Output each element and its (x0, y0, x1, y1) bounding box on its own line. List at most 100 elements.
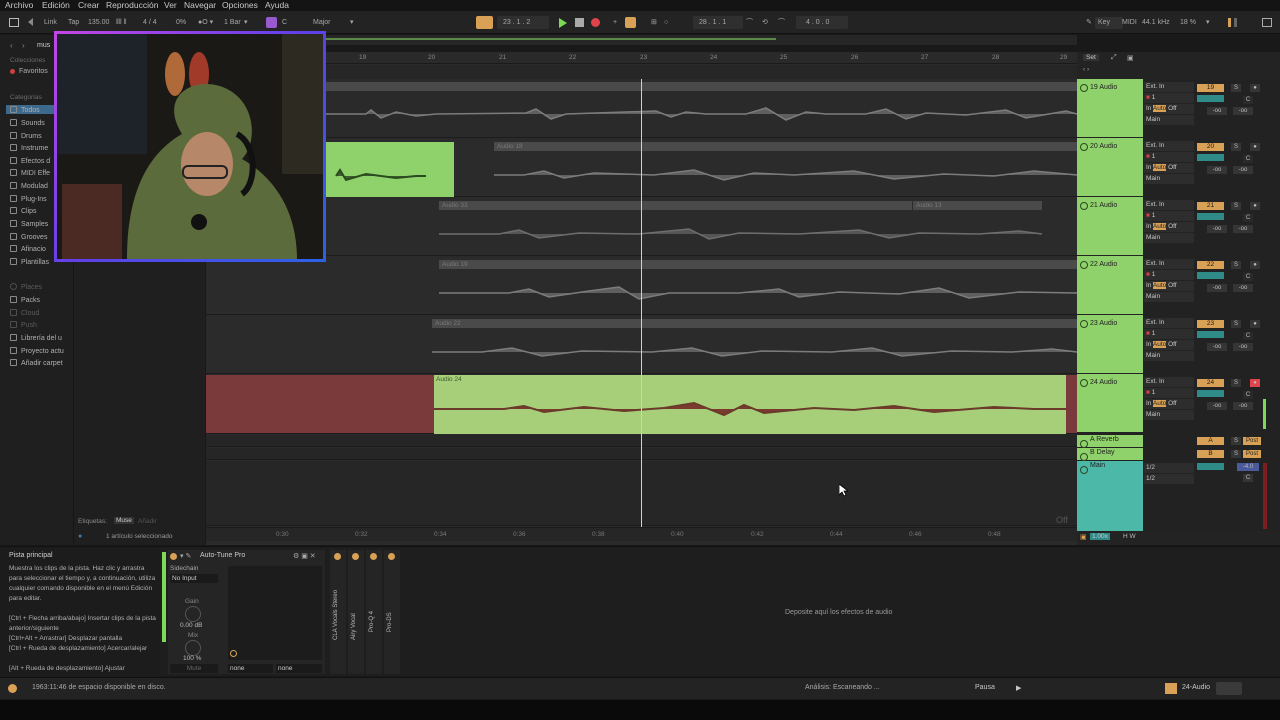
category-samples[interactable]: Samples (10, 220, 48, 228)
track-header-24[interactable]: 24 Audio Ext. In ■ 1 In Auto Off Main 24 S C ● -o… (1077, 374, 1280, 432)
track-header-22[interactable]: 22 Audio Ext. In ■ 1 In Auto Off Main 22 S C ● -o… (1077, 256, 1280, 314)
loop-length-field[interactable]: 4 . 0 . 0 (796, 16, 848, 29)
clip-33-header[interactable]: Audio 33 (439, 201, 912, 210)
send-b-value[interactable]: -oo (1233, 402, 1253, 410)
loop-icon[interactable]: ⟲ (762, 17, 768, 28)
category-templates[interactable]: Plantillas (10, 258, 49, 266)
return-name[interactable]: B Delay (1077, 448, 1143, 461)
device-header-icons[interactable]: ⚙ ▣ ✕ (293, 552, 316, 560)
device-plugin-window[interactable] (228, 566, 322, 660)
tag-muse[interactable]: Muse (114, 517, 134, 524)
monitor-off[interactable]: Off (1168, 164, 1177, 171)
arm-button[interactable]: ● (1250, 84, 1260, 92)
category-plugins[interactable]: Plug-Ins (10, 195, 47, 203)
place-add-folder[interactable]: Añadir carpet (10, 359, 63, 367)
menu-opciones[interactable]: Opciones (222, 0, 258, 11)
category-sounds[interactable]: Sounds (10, 119, 45, 127)
key-map-button[interactable]: Key (1095, 17, 1123, 29)
monitor-off[interactable]: Off (1168, 105, 1177, 112)
input-type-select[interactable]: Ext. In (1144, 200, 1194, 210)
pan-center[interactable]: C (1243, 96, 1253, 104)
record-options-icon[interactable]: ●O ▾ (198, 17, 213, 28)
monitor-auto[interactable]: Auto (1152, 400, 1167, 407)
midi-map-button[interactable]: MIDI (1122, 17, 1137, 28)
track-name[interactable]: 22 Audio (1077, 256, 1143, 314)
arm-button[interactable]: ● (1250, 379, 1260, 387)
menu-archivo[interactable]: Archivo (5, 0, 33, 11)
input-type-select[interactable]: Ext. In (1144, 82, 1194, 92)
time-signature[interactable]: 4 / 4 (143, 17, 157, 28)
input-channel-select[interactable]: ■ 1 (1144, 93, 1194, 103)
lock-icon[interactable]: ▣ (1127, 54, 1134, 62)
resume-icon[interactable]: ▶ (1016, 684, 1021, 692)
post-button[interactable]: Post (1243, 437, 1261, 445)
track-name[interactable]: 21 Audio (1077, 197, 1143, 255)
category-modulators[interactable]: Modulad (10, 182, 48, 190)
main-volume[interactable] (1197, 463, 1224, 470)
track-header-23[interactable]: 23 Audio Ext. In ■ 1 In Auto Off Main 23 S C ● -o… (1077, 315, 1280, 373)
gain-knob[interactable] (185, 606, 201, 622)
panel-toggle-icon[interactable] (9, 18, 19, 27)
output-select[interactable]: Main (1144, 174, 1194, 184)
device-autotune[interactable]: ▾ ✎ Auto-Tune Pro ⚙ ▣ ✕ Sidechain No Inp… (168, 550, 325, 674)
pan-center[interactable]: C (1243, 332, 1253, 340)
solo-button[interactable]: S (1231, 261, 1241, 269)
monitor-in[interactable]: In (1146, 164, 1151, 171)
clip-13-header[interactable]: Audio 13 (913, 201, 1042, 210)
track-activator[interactable]: 20 (1197, 143, 1224, 151)
post-button[interactable]: Post (1243, 450, 1261, 458)
zoom-value[interactable]: 1.00x (1090, 533, 1110, 540)
menu-edicion[interactable]: Edición (42, 0, 70, 11)
main-pan[interactable]: C (1243, 474, 1253, 482)
mute-button[interactable]: Mute (170, 664, 218, 673)
output-select[interactable]: Main (1144, 410, 1194, 420)
category-effects[interactable]: Efectos d (10, 157, 50, 165)
scale-icon[interactable] (266, 17, 277, 28)
track-header-20[interactable]: 20 Audio Ext. In ■ 1 In Auto Off Main 20 S C ● -o… (1077, 138, 1280, 196)
monitor-off[interactable]: Off (1168, 341, 1177, 348)
monitor-auto[interactable]: Auto (1152, 282, 1167, 289)
track-name[interactable]: 23 Audio (1077, 315, 1143, 373)
sidechain-input-select[interactable]: No Input (170, 574, 218, 583)
play-icon[interactable] (559, 18, 567, 28)
input-channel-select[interactable]: ■ 1 (1144, 152, 1194, 162)
place-user-library[interactable]: Librería del u (10, 334, 62, 342)
output-select[interactable]: Main (1144, 351, 1194, 361)
return-track-b[interactable]: B Delay B S Post (1077, 448, 1280, 461)
track-activator[interactable]: 23 (1197, 320, 1224, 328)
playhead[interactable] (641, 79, 642, 529)
monitor-auto[interactable]: Auto (1152, 105, 1167, 112)
category-drums[interactable]: Drums (10, 132, 42, 140)
solo-button[interactable]: S (1231, 320, 1241, 328)
monitor-in[interactable]: In (1146, 400, 1151, 407)
time-ruler[interactable]: 0:30 0:32 0:34 0:36 0:38 0:40 0:42 0:44 … (206, 527, 1077, 541)
return-track-a[interactable]: A Reverb A S Post (1077, 435, 1280, 448)
menu-ver[interactable]: Ver (164, 0, 177, 11)
category-instruments[interactable]: Instrume (10, 144, 48, 152)
position-field[interactable]: 23 . 1 . 2 (497, 16, 549, 29)
input-channel-select[interactable]: ■ 1 (1144, 211, 1194, 221)
quantize-select[interactable]: 1 Bar (224, 17, 241, 28)
main-track[interactable]: Main 1/2 1/2 -4.0 C (1077, 461, 1280, 531)
device-airy-vocal[interactable]: Airy Vocal (348, 550, 364, 674)
category-tunings[interactable]: Afinacio (10, 245, 46, 253)
main-out[interactable]: 1/2 (1144, 474, 1194, 484)
device-pro-ds[interactable]: Pro-DS (384, 550, 400, 674)
tap-button[interactable]: Tap (68, 17, 79, 28)
track-header-19[interactable]: 19 Audio Ext. In ■ 1 In Auto Off Main 19 S C ● -o… (1077, 79, 1280, 137)
tempo-field[interactable]: 135.00 (88, 17, 109, 28)
monitor-buttons[interactable]: In Auto Off (1144, 340, 1194, 350)
punch-out-icon[interactable]: ⌒ (778, 17, 785, 28)
pan-center[interactable]: C (1243, 391, 1253, 399)
input-type-select[interactable]: Ext. In (1144, 141, 1194, 151)
mix-knob[interactable] (185, 640, 201, 656)
browser-search-tab[interactable]: mus (37, 42, 50, 49)
beat-ruler[interactable]: 19 20 21 22 23 24 25 26 27 28 29 (206, 52, 1077, 64)
favorites-item[interactable]: Favoritos (10, 68, 48, 75)
menu-ayuda[interactable]: Ayuda (265, 0, 289, 11)
return-activator[interactable]: A (1197, 437, 1224, 445)
track-name[interactable]: 19 Audio (1077, 79, 1143, 137)
place-packs[interactable]: Packs (10, 296, 40, 304)
follow-button[interactable] (476, 16, 493, 29)
solo-button[interactable]: S (1231, 84, 1241, 92)
